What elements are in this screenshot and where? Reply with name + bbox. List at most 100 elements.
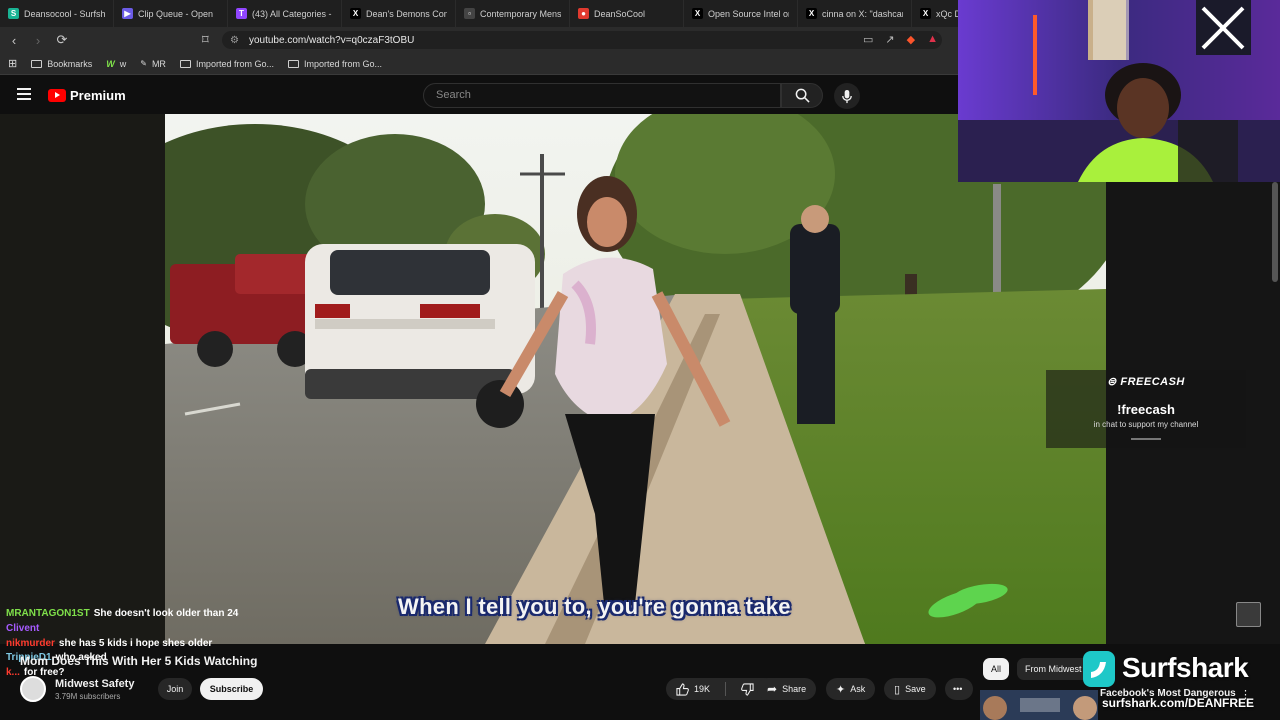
browser-tab[interactable]: ● DeanSoCool (570, 0, 684, 27)
chat-text: she has 5 kids i hope shes older (58, 637, 213, 649)
surfshark-logo-icon (1083, 651, 1115, 687)
tab-label: DeanSoCool (594, 8, 646, 19)
folder-icon (31, 59, 43, 68)
save-button[interactable]: ▯ Save (884, 678, 936, 700)
bookmark-imported-1[interactable]: Imported from Go... (179, 58, 274, 69)
join-button[interactable]: Join (158, 678, 192, 700)
youtube-logo[interactable]: Premium (48, 88, 126, 103)
tab-label: Dean's Demons Comm (366, 8, 447, 19)
like-divider (725, 682, 727, 696)
back-icon[interactable]: ‹ (4, 30, 24, 50)
bookmark-label: Imported from Go... (303, 58, 382, 69)
search-input[interactable]: Search (423, 83, 781, 108)
thumbs-up-icon (676, 682, 689, 696)
url-field[interactable]: ⚙ youtube.com/watch?v=q0czaF3tOBU (222, 31, 942, 49)
share-icon: ➦ (767, 682, 778, 696)
subscribe-button[interactable]: Subscribe (200, 678, 263, 700)
browser-tab[interactable]: ▶ Clip Queue - Open (114, 0, 228, 27)
voice-search-button[interactable] (834, 83, 860, 109)
tab-favicon-icon: ▶ (122, 8, 133, 19)
apps-grid-icon[interactable]: ⊞ (8, 57, 17, 70)
browser-address-bar: ‹ › ⟳ ⌑ ⚙ youtube.com/watch?v=q0czaF3tOB… (0, 27, 960, 53)
logo-text: Premium (70, 88, 126, 103)
thumbs-down-icon (741, 682, 754, 696)
browser-tab[interactable]: T (43) All Categories - Tw (228, 0, 342, 27)
tab-favicon-icon: S (8, 8, 19, 19)
freecash-subtext: in chat to support my channel (1093, 420, 1199, 429)
chat-message: k... for free? (6, 666, 306, 681)
freecash-brand: ⊜ FREECASH (1107, 376, 1185, 388)
surfshark-name: Surfshark (1122, 652, 1249, 683)
browser-tab[interactable]: S Deansocool - Surfshark (0, 0, 114, 27)
menu-icon[interactable] (17, 88, 31, 100)
folder-icon (179, 59, 191, 68)
address-bar-actions: ▭ ↗ ◆ ▲ (863, 33, 938, 46)
browser-tab[interactable]: X Dean's Demons Comm (342, 0, 456, 27)
tab-label: Contemporary Mensw (480, 8, 561, 19)
chip-all[interactable]: All (983, 658, 1010, 680)
mr-icon: ✎ (140, 59, 147, 68)
bookmark-bookmarks[interactable]: Bookmarks (31, 59, 92, 69)
site-info-icon[interactable]: ⚙ (230, 35, 239, 46)
video-title: Mom Does This With Her 5 Kids Watching (20, 654, 258, 668)
tab-favicon-icon: X (350, 8, 361, 19)
bookmark-mr[interactable]: ✎ MR (140, 59, 166, 69)
like-button[interactable]: 19K (666, 678, 720, 700)
share-label: Share (782, 684, 807, 694)
bookmark-save-icon: ▯ (894, 683, 901, 696)
chat-username: Clivent (6, 622, 40, 634)
share-button[interactable]: ➦ Share (757, 678, 817, 700)
more-actions-button[interactable]: ••• (945, 678, 973, 700)
folder-icon (287, 59, 299, 68)
bookmark-label: Imported from Go... (195, 58, 274, 69)
browser-tab[interactable]: ▫ Contemporary Mensw (456, 0, 570, 27)
browser-tab[interactable]: Xcinna on X: "dashcam (798, 0, 912, 27)
youtube-header: Premium Search (0, 76, 960, 114)
chip-from-channel[interactable]: From Midwest (1017, 658, 1090, 680)
rewards-icon[interactable]: ▲ (927, 33, 938, 46)
share-page-icon[interactable]: ↗ (885, 33, 894, 46)
sparkle-icon: ✦ (836, 683, 846, 696)
stream-chat: MRANTAGON1ST She doesn't look older than … (6, 607, 306, 681)
related-video-thumbnail[interactable] (980, 690, 1098, 720)
like-count: 19K (694, 684, 711, 694)
channel-name[interactable]: Midwest Safety (55, 678, 134, 690)
brave-shield-icon[interactable]: ◆ (907, 33, 915, 46)
search-button[interactable] (781, 83, 823, 108)
surfshark-url: surfshark.com/DEANFREE (1102, 696, 1255, 710)
w-logo-icon: W (106, 58, 115, 69)
video-subtitle: When I tell you to, you're gonna take (398, 594, 791, 619)
tab-label: Open Source Intel on X (708, 8, 789, 19)
related-filter-chips: All From Midwest (983, 658, 1090, 680)
freecash-progress (1131, 438, 1161, 440)
browser-tab[interactable]: X Open Source Intel on X (684, 0, 798, 27)
bookmarks-bar: ⊞ Bookmarks Ww ✎ MR Imported from Go... I… (0, 53, 960, 75)
bookmark-imported-2[interactable]: Imported from Go... (287, 58, 382, 69)
chat-username: nikmurder (6, 637, 55, 649)
chat-message: MRANTAGON1ST She doesn't look older than … (6, 607, 306, 622)
bookmark-w[interactable]: Ww (106, 59, 126, 69)
thumbnail-image (980, 690, 1098, 720)
player-left-margin (0, 114, 165, 644)
bookmark-label: Bookmarks (47, 58, 93, 69)
more-icon: ••• (953, 684, 963, 694)
video-frame (165, 114, 1106, 644)
page-scrollbar[interactable] (1272, 182, 1278, 282)
video-player[interactable] (165, 114, 1106, 644)
youtube-play-icon (48, 89, 66, 102)
bookmark-label: MR (151, 58, 166, 69)
url-text: youtube.com/watch?v=q0czaF3tOBU (248, 34, 415, 46)
freecash-logo-icon: ⊜ (1107, 376, 1121, 388)
cast-icon[interactable]: ▭ (863, 33, 873, 46)
ask-button[interactable]: ✦ Ask (826, 678, 876, 700)
search-icon (795, 88, 810, 103)
tab-favicon-icon: X (806, 8, 817, 19)
chat-text: She doesn't look older than 24 (93, 608, 239, 619)
bookmark-icon[interactable]: ⌑ (202, 32, 209, 48)
tab-favicon-icon: X (692, 8, 703, 19)
chat-message: Clivent (6, 622, 306, 637)
reload-icon[interactable]: ⟳ (52, 30, 72, 50)
forward-icon[interactable]: › (28, 30, 48, 50)
webcam-frame (958, 0, 1280, 182)
channel-avatar[interactable] (20, 676, 46, 702)
